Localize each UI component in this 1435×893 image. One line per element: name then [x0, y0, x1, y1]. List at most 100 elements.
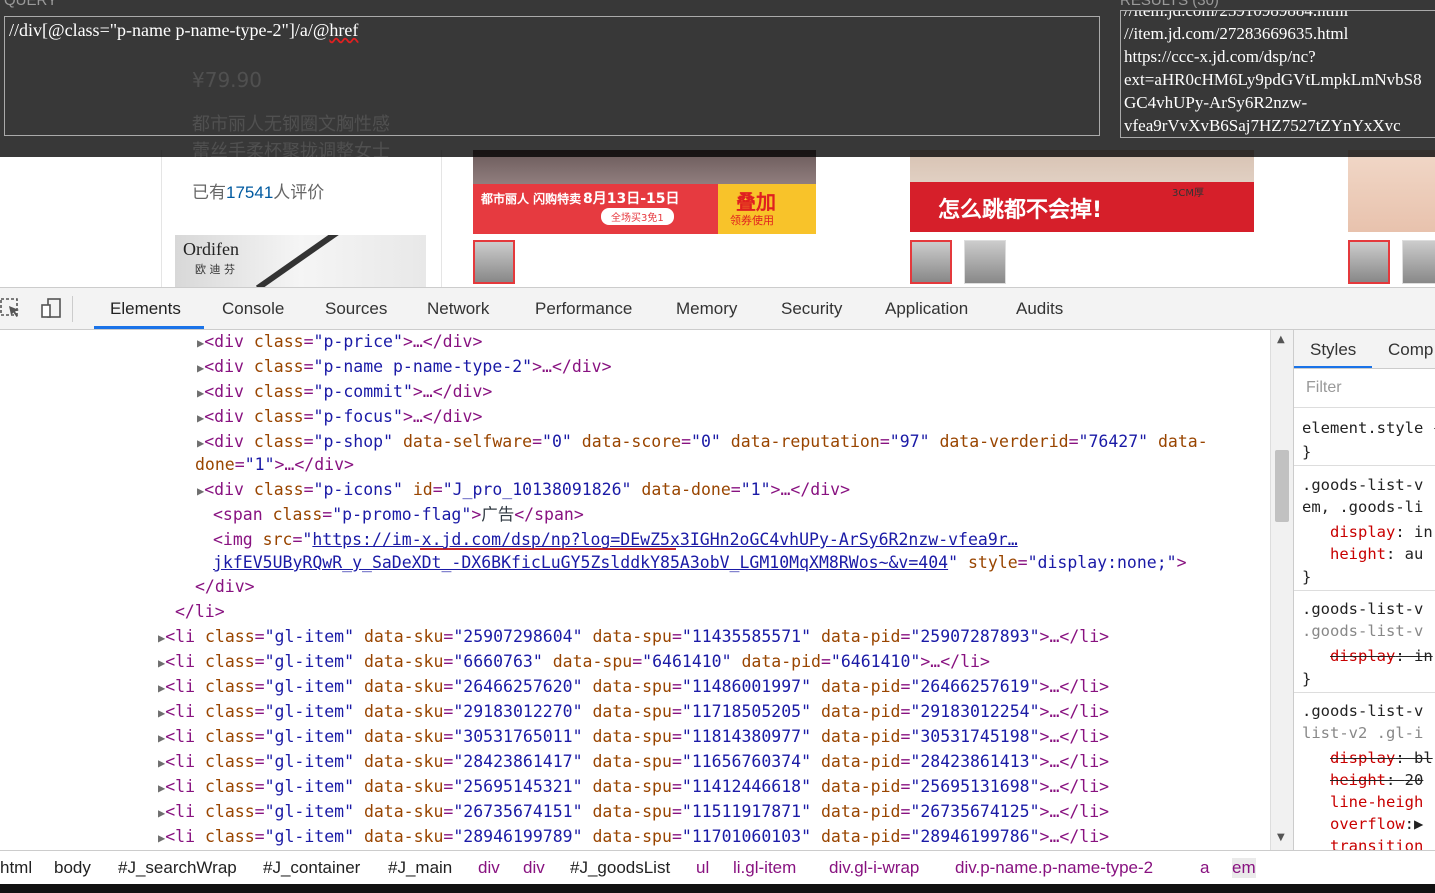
result-line: //item.jd.com/27283669635.html	[1124, 24, 1349, 43]
tree-node-gl-item[interactable]: ▶<li class="gl-item" data-sku="291830122…	[158, 700, 1109, 724]
rule-close: }	[1302, 443, 1312, 461]
tree-node-gl-item[interactable]: ▶<li class="gl-item" data-sku="259072986…	[158, 625, 1109, 649]
img-src-link-cont[interactable]: jkfEV5UByRQwR_y_SaDeXDt_-DX6BKficLuGY5Zs…	[213, 553, 948, 572]
thumbnail[interactable]	[964, 240, 1006, 284]
review-number[interactable]: 17541	[226, 183, 273, 202]
tab-console[interactable]: Console	[222, 299, 284, 319]
thumbnail[interactable]	[910, 240, 952, 284]
breadcrumb-item[interactable]: body	[54, 858, 91, 878]
rule-divider	[1294, 590, 1435, 591]
tree-node-gl-item[interactable]: ▶<li class="gl-item" data-sku="289461997…	[158, 825, 1109, 849]
tree-node-p-price[interactable]: ▶<div class="p-price">…</div>	[197, 330, 482, 354]
tree-close-div: </div>	[195, 577, 255, 596]
result-line: ext=aHR0cHM6Ly9pdGVtLmpkLmNvbS8	[1124, 70, 1422, 89]
inspect-element-icon[interactable]	[0, 297, 22, 319]
tab-styles[interactable]: Styles	[1310, 340, 1356, 360]
breadcrumb-item[interactable]: html	[0, 858, 32, 878]
thumbnail[interactable]	[1348, 240, 1390, 284]
breadcrumb-item[interactable]: div.gl-i-wrap	[829, 858, 919, 878]
breadcrumb-item[interactable]: #J_main	[388, 858, 452, 878]
breadcrumb-item[interactable]: li.gl-item	[733, 858, 796, 878]
rule1-prop-height[interactable]: height: au	[1330, 543, 1423, 565]
breadcrumb-item[interactable]: div	[478, 858, 500, 878]
rule3-selector[interactable]: .goods-list-v	[1302, 700, 1423, 722]
rule3-prop-line-height[interactable]: line-heigh	[1330, 791, 1423, 813]
product-image-3[interactable]	[1348, 150, 1435, 232]
tab-sources[interactable]: Sources	[325, 299, 387, 319]
scroll-up-icon[interactable]: ▲	[1277, 334, 1285, 345]
tab-security[interactable]: Security	[781, 299, 842, 319]
result-line: vfea9rVvXvB6Saj7HZ7527tZYnYxXvc	[1124, 116, 1401, 135]
scroll-down-icon[interactable]: ▼	[1277, 832, 1285, 843]
rule2-selector[interactable]: .goods-list-v	[1302, 598, 1423, 620]
tab-performance[interactable]: Performance	[535, 299, 632, 319]
review-count[interactable]: 已有17541人评价	[192, 178, 324, 203]
ordifen-sub: 欧 迪 芬	[195, 263, 235, 276]
breadcrumb-item[interactable]: ul	[696, 858, 709, 878]
review-suffix: 人评价	[273, 183, 325, 202]
styles-filter-input[interactable]: Filter	[1294, 369, 1435, 408]
tree-node-p-focus[interactable]: ▶<div class="p-focus">…</div>	[197, 405, 482, 429]
breadcrumb-item[interactable]: div.p-name.p-name-type-2	[955, 858, 1153, 878]
results-label: RESULTS (30)	[1120, 0, 1219, 9]
rule1-prop-display[interactable]: display: in	[1330, 521, 1433, 543]
promo-banner-1[interactable]: 都市丽人 闪购特卖 8月13日-15日 全场买3免1 叠加 领券使用	[473, 184, 816, 234]
tree-node-gl-item[interactable]: ▶<li class="gl-item" data-sku="284238614…	[158, 750, 1109, 774]
rule3-prop-transition[interactable]: transition	[1330, 835, 1423, 850]
ordifen-logo: Ordifen	[183, 239, 239, 259]
dom-tree[interactable]: ▶<div class="p-price">…</div> ▶<div clas…	[0, 330, 1270, 850]
element-style-rule[interactable]: element.style {	[1302, 417, 1435, 439]
thumbnail[interactable]	[473, 240, 515, 284]
tree-node-p-icons[interactable]: ▶<div class="p-icons" id="J_pro_10138091…	[197, 478, 850, 502]
breadcrumb-item[interactable]: #J_container	[263, 858, 360, 878]
banner2-tag: 3CM厚	[1172, 188, 1204, 199]
breadcrumb-item[interactable]: #J_goodsList	[570, 858, 670, 878]
rule3-prop-overflow[interactable]: overflow:▶	[1330, 813, 1423, 835]
banner1-left: 都市丽人 闪购特卖	[481, 192, 582, 206]
xpath-results-box[interactable]: //item.jd.com/25910989884.html //item.jd…	[1120, 10, 1435, 138]
tree-node-gl-item[interactable]: ▶<li class="gl-item" data-sku="6660763" …	[158, 650, 990, 674]
tree-node-p-shop[interactable]: ▶<div class="p-shop" data-selfware="0" d…	[197, 430, 1208, 454]
active-tab-indicator	[94, 326, 204, 329]
breadcrumb-item[interactable]: #J_searchWrap	[118, 858, 237, 878]
tree-close-li: </li>	[175, 602, 225, 621]
tab-computed[interactable]: Comp	[1388, 340, 1433, 360]
rule3-prop-display[interactable]: display: bl	[1330, 747, 1433, 769]
review-prefix: 已有	[192, 183, 226, 202]
tree-node-p-commit[interactable]: ▶<div class="p-commit">…</div>	[197, 380, 492, 404]
ordifen-ad[interactable]: Ordifen 欧 迪 芬	[175, 235, 426, 288]
query-label: QUERY	[4, 0, 58, 9]
scrollbar-thumb[interactable]	[1275, 450, 1289, 522]
tree-node-gl-item[interactable]: ▶<li class="gl-item" data-sku="267356741…	[158, 800, 1109, 824]
rule-close: }	[1302, 670, 1312, 688]
xpath-query-text: //div[@class="p-name p-name-type-2"]/a/@…	[9, 20, 359, 40]
xpath-query-input[interactable]: //div[@class="p-name p-name-type-2"]/a/@…	[4, 16, 1100, 136]
thumbnail[interactable]	[1402, 240, 1435, 284]
rule1-selector[interactable]: .goods-list-v	[1302, 474, 1423, 496]
tree-node-promo-flag[interactable]: <span class="p-promo-flag">广告</span>	[213, 503, 584, 527]
tab-network[interactable]: Network	[427, 299, 489, 319]
tree-node-gl-item[interactable]: ▶<li class="gl-item" data-sku="256951453…	[158, 775, 1109, 799]
tab-audits[interactable]: Audits	[1016, 299, 1063, 319]
banner1-date: 8月13日-15日	[583, 191, 680, 207]
breadcrumb-item[interactable]: a	[1200, 858, 1209, 878]
tree-node-gl-item[interactable]: ▶<li class="gl-item" data-sku="305317650…	[158, 725, 1109, 749]
tree-node-gl-item[interactable]: ▶<li class="gl-item" data-sku="264662576…	[158, 675, 1109, 699]
tree-node-p-name[interactable]: ▶<div class="p-name p-name-type-2">…</di…	[197, 355, 612, 379]
tab-application[interactable]: Application	[885, 299, 968, 319]
rule3-prop-height[interactable]: height: 20	[1330, 769, 1423, 791]
device-toolbar-icon[interactable]	[40, 297, 62, 319]
tab-memory[interactable]: Memory	[676, 299, 737, 319]
result-line: https://ccc-x.jd.com/dsp/nc?	[1124, 47, 1316, 66]
tab-elements[interactable]: Elements	[110, 299, 181, 319]
toolbar-divider	[72, 296, 73, 322]
dom-tree-scrollbar[interactable]: ▲ ▼	[1270, 330, 1293, 850]
breadcrumb-item[interactable]: div	[523, 858, 545, 878]
promo-banner-2[interactable]: 怎么跳都不会掉! 3CM厚	[910, 182, 1254, 232]
breadcrumb-item[interactable]: em	[1232, 858, 1256, 878]
img-src-link[interactable]: https://im-x.jd.com/dsp/np?log=DEwZ5x3IG…	[312, 530, 1017, 549]
rule2-prop-display[interactable]: display: in	[1330, 645, 1433, 667]
rule1-selector-cont: em, .goods-li	[1302, 498, 1424, 516]
tree-node-img[interactable]: <img src="https://im-x.jd.com/dsp/np?log…	[213, 528, 1018, 552]
filter-placeholder: Filter	[1306, 379, 1342, 396]
